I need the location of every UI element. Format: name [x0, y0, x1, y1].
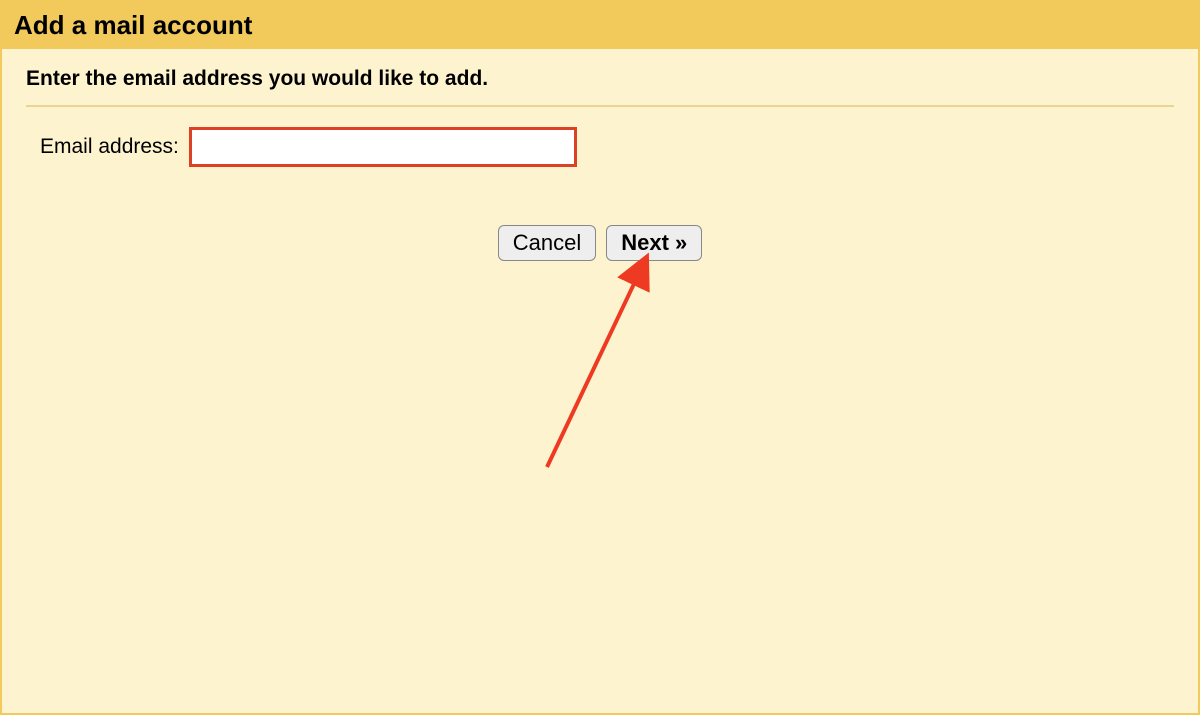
- email-input[interactable]: [189, 127, 577, 167]
- divider: [26, 105, 1174, 107]
- button-row: Cancel Next »: [26, 225, 1174, 261]
- email-label: Email address:: [40, 135, 179, 159]
- next-button[interactable]: Next »: [606, 225, 702, 261]
- dialog-titlebar: Add a mail account: [2, 2, 1198, 49]
- annotation-arrow-icon: [532, 252, 692, 482]
- instruction-text: Enter the email address you would like t…: [26, 67, 1174, 105]
- dialog-title: Add a mail account: [14, 10, 1186, 41]
- cancel-button[interactable]: Cancel: [498, 225, 596, 261]
- dialog-content: Enter the email address you would like t…: [2, 49, 1198, 285]
- email-form-row: Email address:: [26, 127, 1174, 167]
- add-mail-account-dialog: Add a mail account Enter the email addre…: [0, 0, 1200, 715]
